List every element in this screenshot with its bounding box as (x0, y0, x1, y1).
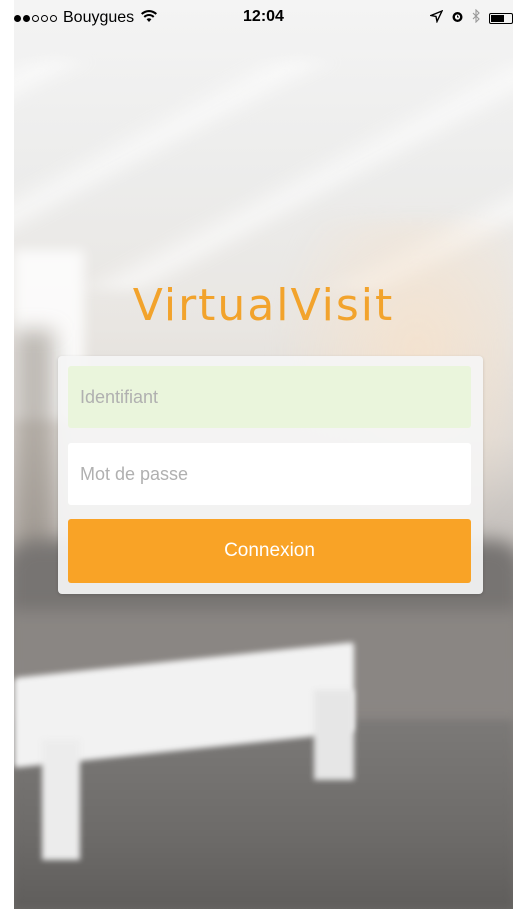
login-button[interactable]: Connexion (68, 519, 471, 583)
app-screen: Bouygues 12:04 VirtualVisit Identifiant … (14, 0, 513, 909)
shelf (14, 330, 54, 560)
coffee-table-leg (42, 740, 80, 860)
battery-level (491, 14, 505, 22)
status-bar: Bouygues 12:04 (14, 0, 513, 36)
app-title: VirtualVisit (132, 280, 395, 331)
coffee-table-leg (314, 690, 354, 780)
password-input[interactable] (78, 462, 461, 486)
battery-icon (489, 12, 513, 24)
login-form: Connexion (58, 356, 483, 594)
username-input[interactable] (78, 385, 461, 409)
bluetooth-icon (472, 8, 481, 27)
username-field[interactable] (68, 366, 471, 428)
status-bar-right (428, 8, 513, 27)
alarm-icon (451, 10, 464, 27)
password-field[interactable] (68, 443, 471, 505)
location-arrow-icon (428, 9, 444, 27)
